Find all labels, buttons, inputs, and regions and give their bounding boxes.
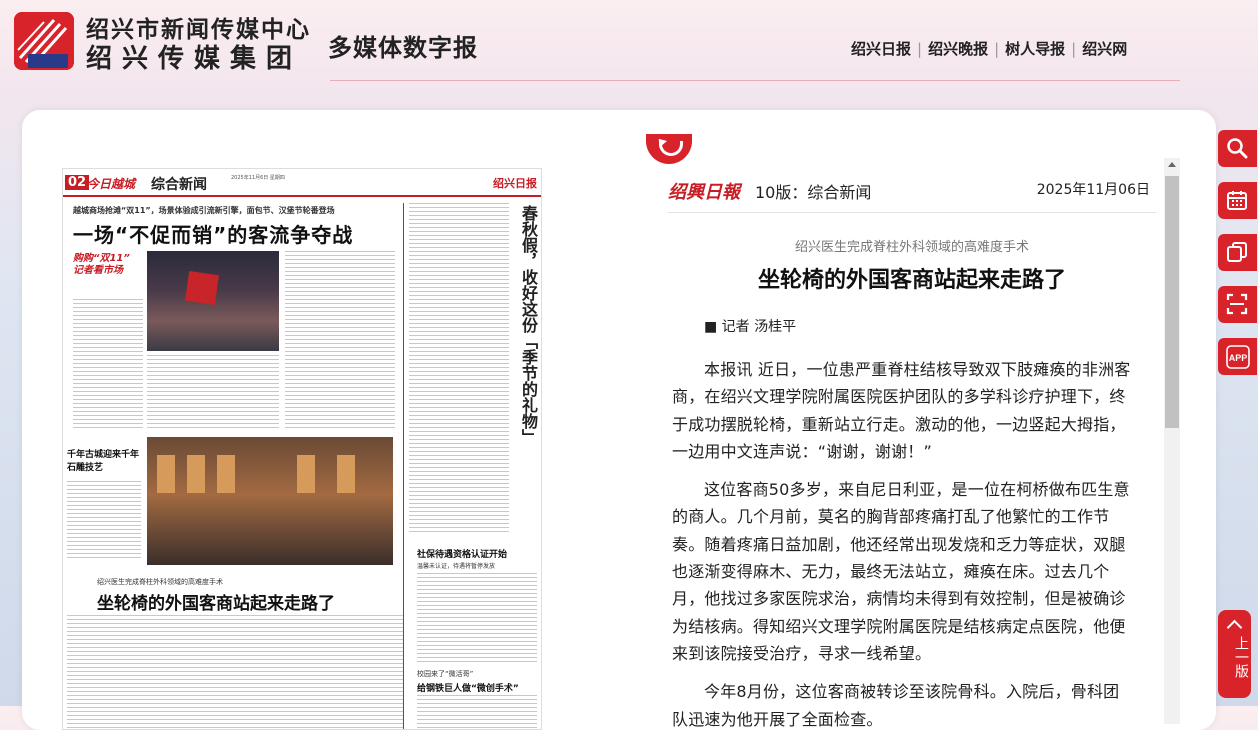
scan-icon: [1226, 293, 1248, 315]
text-block: [409, 203, 509, 535]
copy-icon: [1227, 242, 1247, 262]
text-block: [417, 573, 537, 663]
article-paragraph: 今年8月份，这位客商被转诊至该院骨科。入院后，骨科团队迅速为他开展了全面检查。: [672, 682, 1120, 729]
masthead-brand: 绍興日報: [668, 182, 740, 203]
sign-shape: [185, 271, 219, 305]
copy-button[interactable]: [1218, 234, 1257, 271]
product-title: 多媒体数字报: [328, 34, 478, 62]
article-title: 坐轮椅的外国客商站起来走路了: [757, 268, 1066, 293]
story5-kicker: 校园来了“微活哥”: [417, 670, 474, 678]
shelf-shape: [157, 455, 175, 493]
story1-badge: 购购“双11” 记者看市场: [73, 253, 130, 276]
search-icon: [1227, 138, 1248, 159]
text-block: [73, 299, 143, 429]
article-body: 本报讯 近日，一位患严重脊柱结核导致双下肢瘫痪的非洲客商，在绍兴文理学院附属医院…: [672, 356, 1132, 730]
stone-carving-photo: [147, 437, 393, 565]
nav-separator: |: [917, 40, 923, 58]
main-card: 02 今日越城 综合新闻 2025年11月6日 星期四 绍兴日报 越城商场抢滩“…: [22, 110, 1216, 730]
calendar-icon: [1227, 191, 1247, 210]
article-scrollbar[interactable]: [1164, 158, 1180, 724]
top-nav: 绍兴日报 | 绍兴晚报 | 树人导报 | 绍兴网: [851, 38, 1127, 59]
previous-page-button[interactable]: 上一版: [1218, 610, 1251, 698]
logo-icon[interactable]: [14, 12, 74, 70]
page-number: 02: [65, 175, 90, 190]
story2-headline[interactable]: 千年古城迎来千年石雕技艺: [67, 449, 139, 475]
text-block: [417, 695, 537, 729]
article-paragraph: 这位客商50多岁，来自尼日利亚，是一位在柯桥做布匹生意的商人。几个月前，莫名的胸…: [672, 480, 1130, 663]
previous-page-label: 上一版: [1233, 636, 1249, 678]
text-block: [147, 355, 279, 431]
section-tag: 今日越城: [87, 177, 136, 191]
shelf-shape: [217, 455, 235, 493]
story3-kicker: 绍兴医生完成脊柱外科领域的高难度手术: [97, 578, 223, 586]
newspaper-page-thumbnail[interactable]: 02 今日越城 综合新闻 2025年11月6日 星期四 绍兴日报 越城商场抢滩“…: [62, 168, 542, 730]
calendar-button[interactable]: [1218, 182, 1257, 219]
app-button[interactable]: APP: [1218, 338, 1257, 375]
article-author: ■ 记者 汤桂平: [704, 319, 797, 335]
story3-headline[interactable]: 坐轮椅的外国客商站起来走路了: [97, 589, 335, 614]
side-headline[interactable]: 春秋假，收好这份「季节的礼物」: [517, 205, 538, 445]
scroll-thumb[interactable]: [1165, 176, 1179, 428]
app-icon: APP: [1226, 345, 1250, 369]
article-content[interactable]: 绍兴医生完成脊柱外科领域的高难度手术 坐轮椅的外国客商站起来走路了 ■ 记者 汤…: [662, 220, 1162, 730]
story5-headline[interactable]: 给钢铁巨人做“微创手术”: [417, 681, 519, 694]
site-header: 绍兴市新闻传媒中心 绍兴传媒集团 多媒体数字报 绍兴日报 | 绍兴晚报 | 树人导报 | 绍…: [0, 0, 1258, 86]
edition-label: 10版：综合新闻: [755, 183, 872, 202]
story1-kicker: 越城商场抢滩“双11”，场景体验成引流新引擎，面包节、汉堡节轮番登场: [73, 206, 335, 215]
editor-line: 2025年11月6日 星期四: [231, 175, 285, 181]
nav-shaoxing-evening[interactable]: 绍兴晚报: [928, 40, 988, 58]
story4-headline[interactable]: 社保待遇资格认证开始: [417, 547, 507, 560]
shelf-shape: [187, 455, 205, 493]
nav-shuren-guide[interactable]: 树人导报: [1005, 40, 1065, 58]
back-button[interactable]: [646, 134, 692, 164]
chevron-up-icon: [1226, 619, 1243, 636]
article-header: 绍興日報 10版：综合新闻 2025年11月06日: [668, 176, 1156, 213]
scroll-up-arrow-icon[interactable]: [1168, 162, 1176, 167]
publish-date: 2025年11月06日: [1036, 182, 1150, 198]
text-block: [285, 251, 395, 431]
mall-photo: [147, 251, 279, 351]
article-subtitle: 绍兴医生完成脊柱外科领域的高难度手术: [794, 240, 1029, 255]
masthead-small: 绍兴日报: [493, 177, 537, 190]
nav-separator: |: [994, 40, 1000, 58]
search-button[interactable]: [1218, 130, 1257, 167]
column-divider: [403, 203, 404, 729]
header-divider: [330, 80, 1180, 81]
text-block: [67, 481, 141, 561]
story4-sub: 温馨未认证，待遇将暂停发放: [417, 563, 496, 570]
text-block: [67, 615, 403, 729]
nav-shaoxing-net[interactable]: 绍兴网: [1082, 40, 1127, 58]
scan-button[interactable]: [1218, 286, 1257, 323]
org-name-line2: 绍兴传媒集团: [86, 44, 303, 74]
section-name: 综合新闻: [151, 177, 207, 193]
app-label: APP: [1229, 353, 1248, 363]
shelf-shape: [297, 455, 315, 493]
story1-headline[interactable]: 一场“不促而销”的客流争夺战: [73, 219, 353, 248]
article-paragraph: 本报讯 近日，一位患严重脊柱结核导致双下肢瘫痪的非洲客商，在绍兴文理学院附属医院…: [672, 360, 1131, 461]
page-header: 02 今日越城 综合新闻 2025年11月6日 星期四 绍兴日报: [63, 169, 541, 197]
shelf-shape: [337, 455, 355, 493]
nav-shaoxing-daily[interactable]: 绍兴日报: [851, 40, 911, 58]
nav-separator: |: [1071, 40, 1077, 58]
